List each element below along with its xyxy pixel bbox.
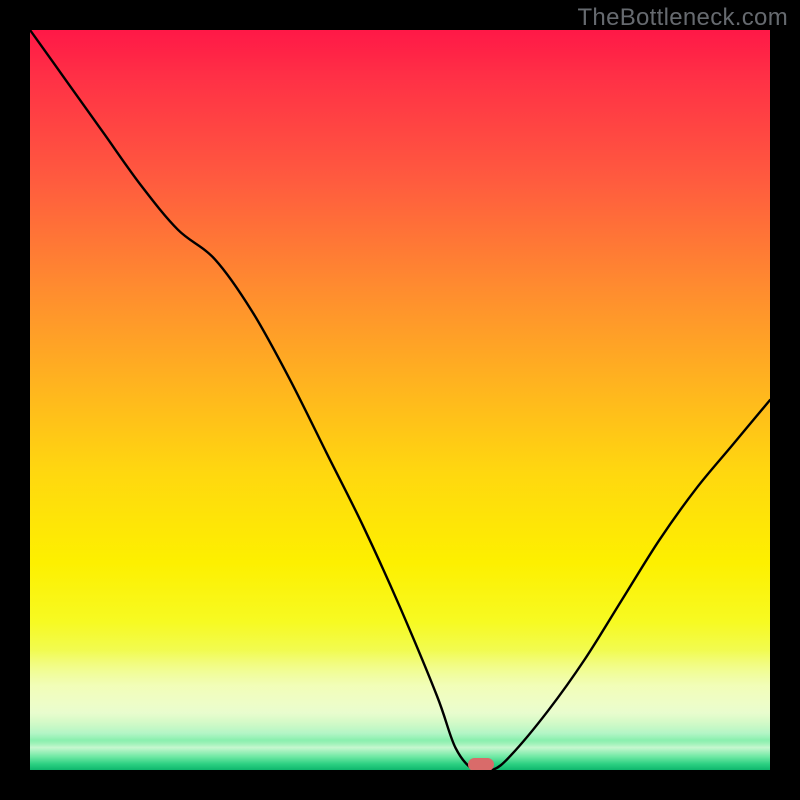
watermark-text: TheBottleneck.com xyxy=(577,4,788,32)
plot-area xyxy=(30,30,770,770)
bottleneck-curve xyxy=(30,30,770,770)
chart-frame: TheBottleneck.com xyxy=(0,0,800,800)
optimal-marker xyxy=(468,758,494,770)
